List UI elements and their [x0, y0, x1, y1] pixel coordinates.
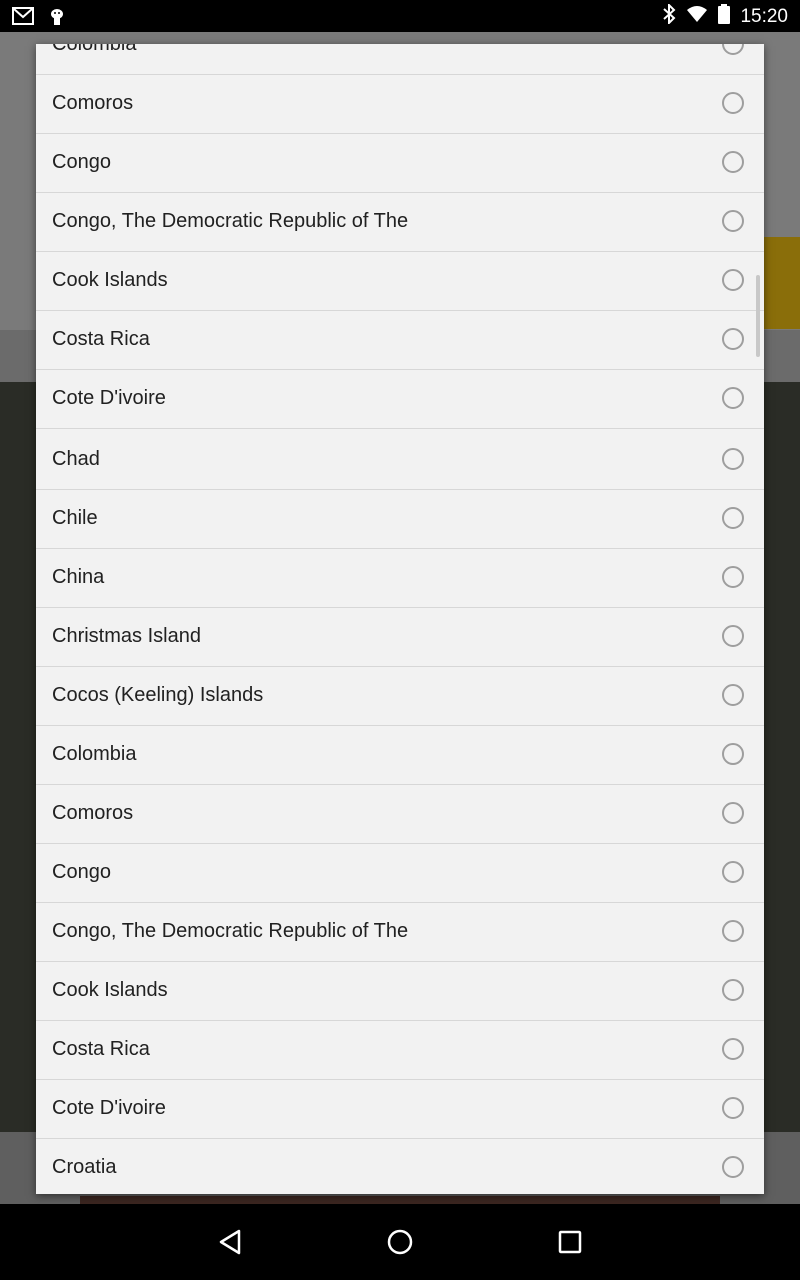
- list-item[interactable]: Christmas Island: [36, 608, 764, 667]
- country-label: Comoros: [52, 92, 134, 114]
- radio-button[interactable]: [722, 802, 744, 824]
- radio-button[interactable]: [722, 1038, 744, 1060]
- country-label: Congo, The Democratic Republic of The: [52, 920, 409, 942]
- radio-button[interactable]: [722, 44, 744, 55]
- scrollbar[interactable]: [756, 275, 760, 357]
- list-item[interactable]: Congo, The Democratic Republic of The: [36, 193, 764, 252]
- country-label: Chile: [52, 507, 98, 529]
- radio-button[interactable]: [722, 92, 744, 114]
- country-label: Costa Rica: [52, 328, 150, 350]
- country-select-dialog: Colombia Comoros Congo Congo, The Democrati…: [36, 44, 764, 1194]
- list-item[interactable]: Colombia: [36, 44, 764, 75]
- country-label: Colombia: [52, 743, 137, 765]
- country-label: China: [52, 566, 105, 588]
- background-bottom-image: [80, 1196, 720, 1204]
- country-label: Congo: [52, 861, 111, 883]
- battery-icon: [718, 4, 731, 29]
- list-item[interactable]: Congo: [36, 134, 764, 193]
- list-item[interactable]: Cook Islands: [36, 252, 764, 311]
- country-label: Costa Rica: [52, 1038, 150, 1060]
- country-label: Chad: [52, 448, 100, 470]
- radio-button[interactable]: [722, 625, 744, 647]
- list-item[interactable]: Costa Rica: [36, 1021, 764, 1080]
- radio-button[interactable]: [722, 566, 744, 588]
- radio-button[interactable]: [722, 684, 744, 706]
- list-item[interactable]: Congo, The Democratic Republic of The: [36, 903, 764, 962]
- radio-button[interactable]: [722, 328, 744, 350]
- radio-button[interactable]: [722, 979, 744, 1001]
- radio-button[interactable]: [722, 861, 744, 883]
- recents-icon[interactable]: [554, 1226, 586, 1258]
- list-item[interactable]: Cote D'ivoire: [36, 370, 764, 429]
- wifi-icon: [686, 5, 708, 28]
- radio-button[interactable]: [722, 507, 744, 529]
- country-label: Cook Islands: [52, 979, 168, 1001]
- radio-button[interactable]: [722, 743, 744, 765]
- status-time: 15:20: [740, 5, 788, 27]
- country-label: Comoros: [52, 802, 134, 824]
- radio-button[interactable]: [722, 448, 744, 470]
- android-debug-icon: [48, 6, 66, 30]
- country-label: Cote D'ivoire: [52, 387, 166, 409]
- radio-button[interactable]: [722, 1156, 744, 1178]
- country-label: Congo, The Democratic Republic of The: [52, 210, 409, 232]
- list-item[interactable]: Croatia: [36, 1139, 764, 1194]
- country-label: Cocos (Keeling) Islands: [52, 684, 264, 706]
- country-label: Colombia: [52, 44, 137, 55]
- gmail-icon: [12, 7, 34, 29]
- list-item[interactable]: Costa Rica: [36, 311, 764, 370]
- radio-button[interactable]: [722, 387, 744, 409]
- radio-button[interactable]: [722, 151, 744, 173]
- list-item[interactable]: Cook Islands: [36, 962, 764, 1021]
- country-label: Cook Islands: [52, 269, 168, 291]
- list-item[interactable]: Chad: [36, 431, 764, 490]
- list-item[interactable]: China: [36, 549, 764, 608]
- radio-button[interactable]: [722, 1097, 744, 1119]
- list-item[interactable]: Comoros: [36, 75, 764, 134]
- list-item[interactable]: Colombia: [36, 726, 764, 785]
- bluetooth-icon: [662, 2, 676, 29]
- radio-button[interactable]: [722, 210, 744, 232]
- list-item[interactable]: Congo: [36, 844, 764, 903]
- radio-button[interactable]: [722, 920, 744, 942]
- navigation-bar: [0, 1204, 800, 1280]
- radio-button[interactable]: [722, 269, 744, 291]
- status-bar: 15:20: [0, 0, 800, 32]
- home-icon[interactable]: [384, 1226, 416, 1258]
- back-icon[interactable]: [214, 1226, 246, 1258]
- list-item[interactable]: Cote D'ivoire: [36, 1080, 764, 1139]
- list-item[interactable]: Chile: [36, 490, 764, 549]
- country-label: Christmas Island: [52, 625, 201, 647]
- country-label: Croatia: [52, 1156, 117, 1178]
- list-item[interactable]: Cocos (Keeling) Islands: [36, 667, 764, 726]
- list-item[interactable]: Comoros: [36, 785, 764, 844]
- country-label: Congo: [52, 151, 111, 173]
- country-label: Cote D'ivoire: [52, 1097, 166, 1119]
